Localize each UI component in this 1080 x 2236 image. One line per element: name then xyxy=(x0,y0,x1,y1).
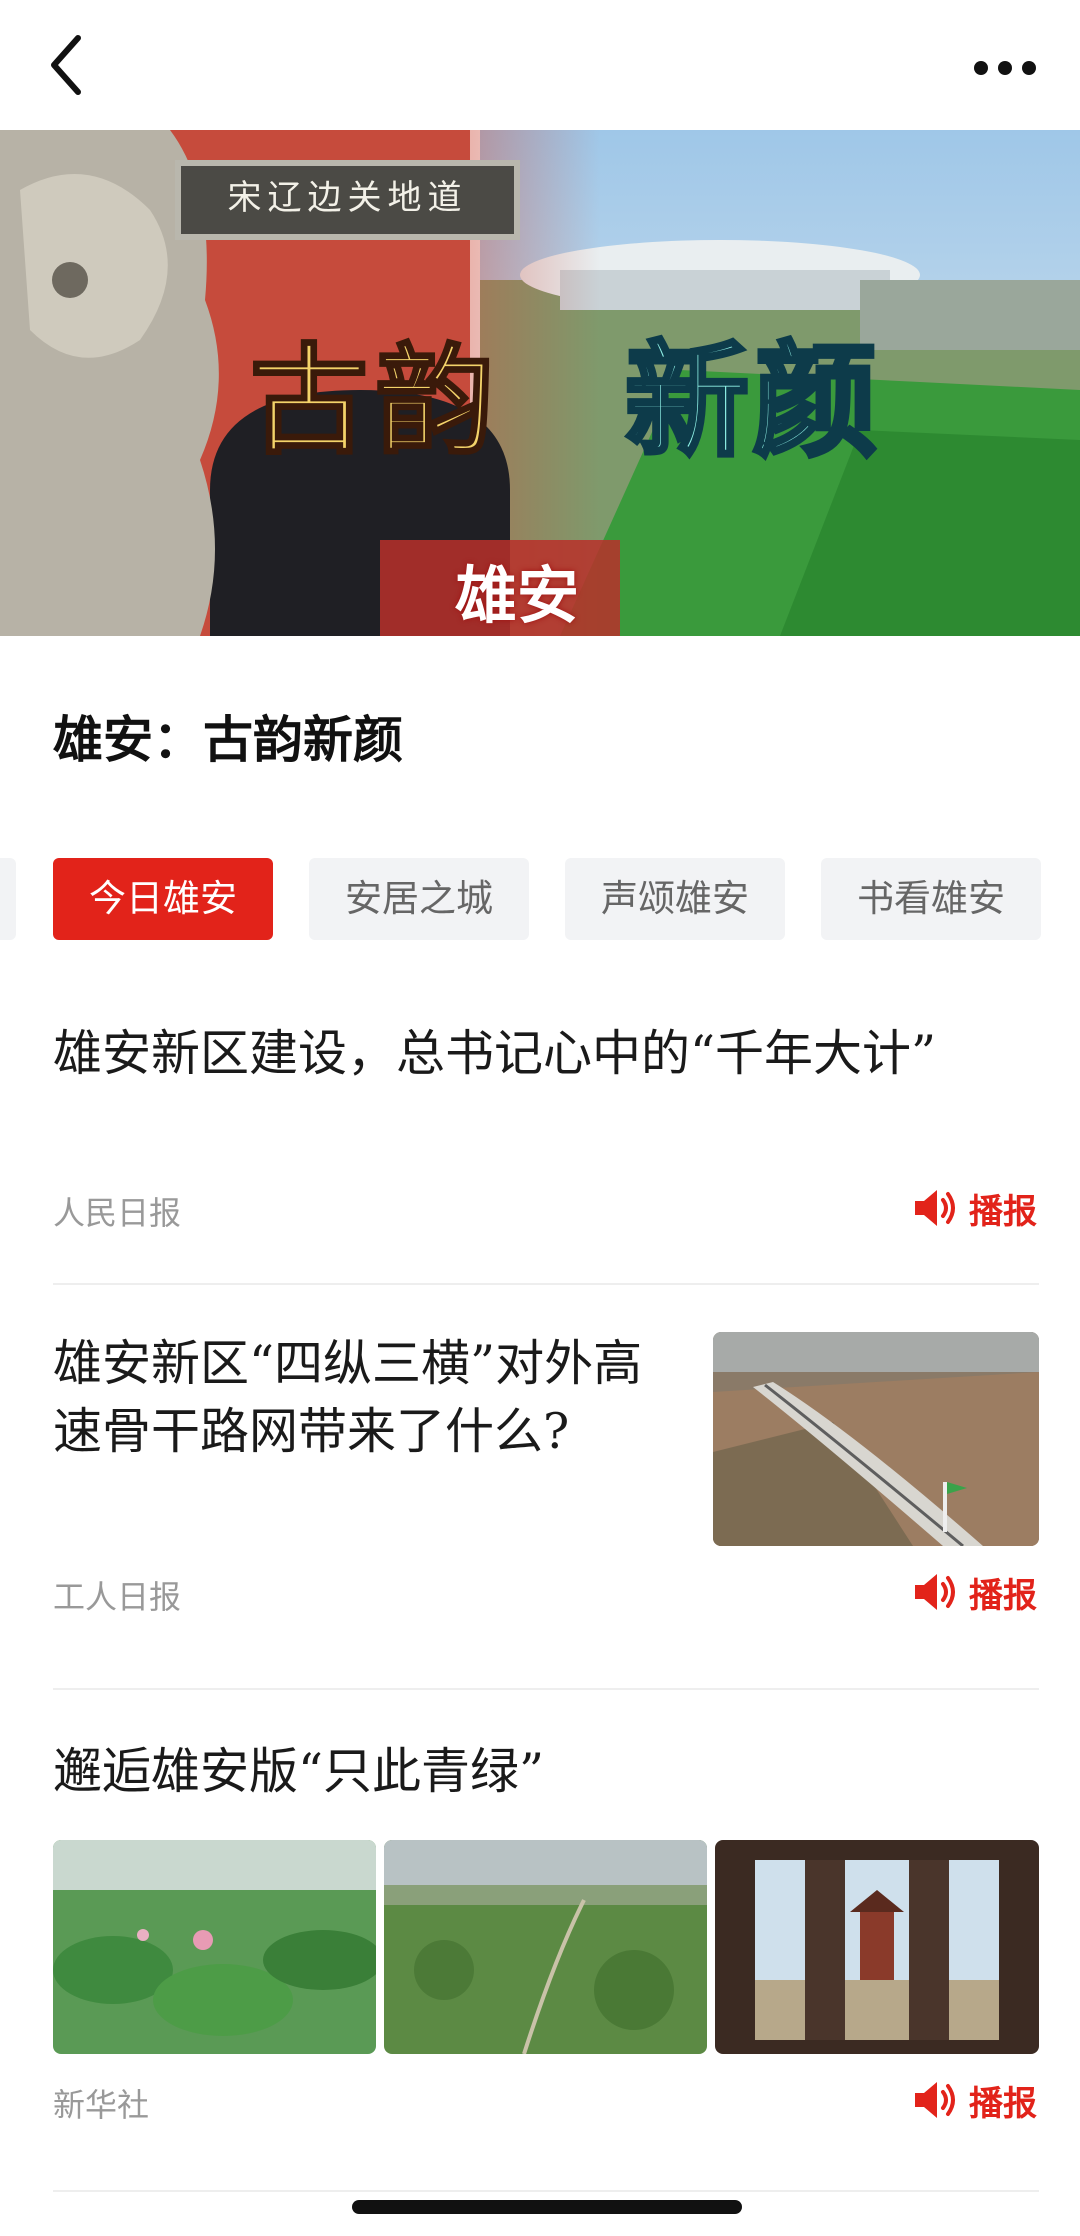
speaker-icon xyxy=(915,1190,955,1226)
tab-livable-city[interactable]: 安居之城 xyxy=(309,858,529,940)
play-button[interactable]: 播报 xyxy=(913,2076,1043,2124)
play-label: 播报 xyxy=(969,1576,1037,1616)
article-card[interactable]: 邂逅雄安版“只此青绿” 新华社 播报 xyxy=(53,1738,1039,2128)
divider xyxy=(53,2190,1039,2192)
header-banner: 宋辽边关地道 古韵 新颜 雄安 xyxy=(0,130,1080,636)
banner-title-left: 古韵 xyxy=(248,330,503,472)
play-button[interactable]: 播报 xyxy=(913,1184,1043,1232)
article-source: 人民日报 xyxy=(53,1194,182,1232)
more-horizontal-icon xyxy=(974,61,1036,75)
highway-photo xyxy=(713,1332,1039,1546)
back-button[interactable] xyxy=(40,30,100,100)
article-source: 工人日报 xyxy=(53,1578,182,1616)
article-card[interactable]: 雄安新区“四纵三横”对外高速骨干路网带来了什么? 工人日报 播报 xyxy=(53,1330,1039,1630)
tab-voice-xiongan[interactable]: 声颂雄安 xyxy=(565,858,785,940)
banner-title-right: 新颜 xyxy=(623,327,882,476)
chevron-left-icon xyxy=(51,35,81,95)
tab-today-xiongan[interactable]: 今日雄安 xyxy=(53,858,273,940)
article-title[interactable]: 邂逅雄安版“只此青绿” xyxy=(53,1738,973,1806)
article-thumbnail[interactable] xyxy=(53,1840,376,2054)
divider xyxy=(53,1688,1039,1690)
window-view-photo xyxy=(715,1840,1039,2054)
article-source: 新华社 xyxy=(53,2086,150,2124)
play-label: 播报 xyxy=(969,2084,1037,2124)
top-nav-bar xyxy=(0,0,1080,130)
tab-scroll-edge xyxy=(0,858,16,940)
category-tabs: 今日雄安 安居之城 声颂雄安 书看雄安 xyxy=(0,858,1080,940)
article-thumbnail[interactable] xyxy=(384,1840,707,2054)
divider xyxy=(53,1283,1039,1285)
more-button[interactable] xyxy=(965,40,1045,90)
tab-read-xiongan[interactable]: 书看雄安 xyxy=(821,858,1041,940)
article-title[interactable]: 雄安新区建设，总书记心中的“千年大计” xyxy=(53,1020,973,1088)
page-title: 雄安：古韵新颜 xyxy=(53,710,403,769)
article-card[interactable]: 雄安新区建设，总书记心中的“千年大计” 人民日报 播报 xyxy=(53,1020,1039,1260)
play-button[interactable]: 播报 xyxy=(913,1568,1043,1616)
speaker-icon xyxy=(915,1574,955,1610)
forest-aerial-photo xyxy=(384,1840,707,2054)
article-thumbnail[interactable] xyxy=(715,1840,1039,2054)
article-title[interactable]: 雄安新区“四纵三横”对外高速骨干路网带来了什么? xyxy=(53,1330,653,1466)
lotus-pond-photo xyxy=(53,1840,376,2054)
play-label: 播报 xyxy=(969,1192,1037,1232)
speaker-icon xyxy=(915,2082,955,2118)
home-indicator[interactable] xyxy=(352,2200,742,2214)
banner-tag: 雄安 xyxy=(455,559,580,632)
banner-plaque: 宋辽边关地道 xyxy=(175,160,520,240)
article-thumbnail[interactable] xyxy=(713,1332,1039,1546)
